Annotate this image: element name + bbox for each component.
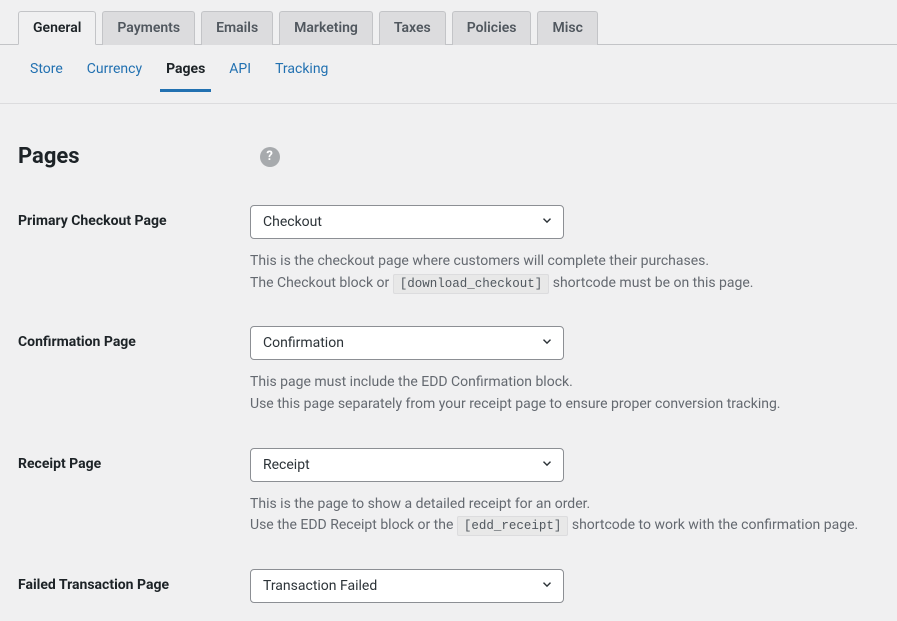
subtab-pages[interactable]: Pages <box>166 61 205 91</box>
tab-misc[interactable]: Misc <box>537 11 597 45</box>
select-receipt[interactable]: Receipt <box>250 448 564 482</box>
shortcode-download-checkout: [download_checkout] <box>393 274 550 294</box>
select-failed[interactable]: Transaction Failed <box>250 569 564 603</box>
label-confirmation: Confirmation Page <box>18 326 250 350</box>
tab-taxes[interactable]: Taxes <box>379 11 446 45</box>
sub-tabs: Store Currency Pages API Tracking <box>0 45 897 104</box>
tab-payments[interactable]: Payments <box>102 11 195 45</box>
row-failed: Failed Transaction Page Transaction Fail… <box>18 553 879 619</box>
row-receipt: Receipt Page Receipt This is the page to… <box>18 432 879 553</box>
top-tabs: General Payments Emails Marketing Taxes … <box>0 0 897 45</box>
subtab-tracking[interactable]: Tracking <box>275 61 328 91</box>
tab-policies[interactable]: Policies <box>452 11 532 45</box>
subtab-store[interactable]: Store <box>30 61 63 91</box>
tab-general[interactable]: General <box>18 11 96 45</box>
page-title: Pages <box>18 144 80 169</box>
label-failed: Failed Transaction Page <box>18 569 250 593</box>
desc-primary-checkout: This is the checkout page where customer… <box>250 251 879 294</box>
select-failed-value: Transaction Failed <box>250 569 564 603</box>
form-table: Primary Checkout Page Checkout This is t… <box>0 189 897 619</box>
tab-emails[interactable]: Emails <box>201 11 273 45</box>
shortcode-edd-receipt: [edd_receipt] <box>457 516 569 536</box>
select-primary-checkout-value: Checkout <box>250 205 564 239</box>
desc-receipt: This is the page to show a detailed rece… <box>250 494 879 537</box>
select-receipt-value: Receipt <box>250 448 564 482</box>
tab-marketing[interactable]: Marketing <box>279 11 373 45</box>
subtab-currency[interactable]: Currency <box>87 61 142 91</box>
page-header: Pages ? <box>0 104 897 189</box>
control-receipt: Receipt This is the page to show a detai… <box>250 448 879 537</box>
help-icon[interactable]: ? <box>260 147 280 167</box>
label-receipt: Receipt Page <box>18 448 250 472</box>
subtab-api[interactable]: API <box>229 61 251 91</box>
control-confirmation: Confirmation This page must include the … <box>250 326 879 415</box>
select-confirmation[interactable]: Confirmation <box>250 326 564 360</box>
select-primary-checkout[interactable]: Checkout <box>250 205 564 239</box>
select-confirmation-value: Confirmation <box>250 326 564 360</box>
desc-confirmation: This page must include the EDD Confirmat… <box>250 372 879 415</box>
row-primary-checkout: Primary Checkout Page Checkout This is t… <box>18 189 879 310</box>
control-failed: Transaction Failed <box>250 569 879 603</box>
control-primary-checkout: Checkout This is the checkout page where… <box>250 205 879 294</box>
row-confirmation: Confirmation Page Confirmation This page… <box>18 310 879 431</box>
label-primary-checkout: Primary Checkout Page <box>18 205 250 229</box>
